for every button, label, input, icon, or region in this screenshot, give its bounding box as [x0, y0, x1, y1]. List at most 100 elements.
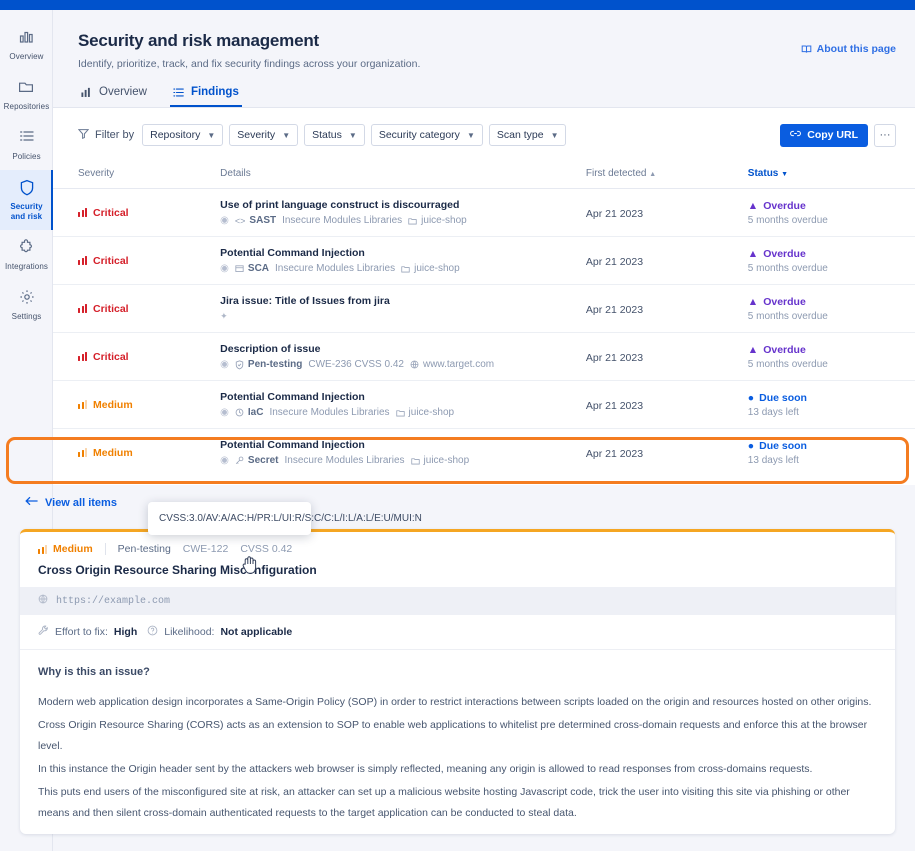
likelihood-label: Likelihood:	[164, 626, 215, 638]
chart-bars-icon	[2, 29, 51, 49]
view-all-items-link[interactable]: View all items	[25, 496, 117, 509]
security-category-label: Insecure Modules Libraries	[284, 455, 405, 467]
table-row-selected[interactable]: Medium Potential Command Injection ◉ Sec…	[53, 429, 915, 477]
severity-badge: Critical	[78, 351, 220, 363]
cvss-label[interactable]: CVSS 0.42	[240, 543, 292, 555]
cell-status: ● Due soon 13 days left	[748, 429, 915, 477]
finding-detail-header: Medium Pen-testing CWE-122 CVSS 0.42 Cro…	[20, 532, 895, 577]
table-row[interactable]: Critical Use of print language construct…	[53, 188, 915, 237]
filter-label: Severity	[237, 129, 276, 141]
tab-findings[interactable]: Findings	[169, 79, 242, 107]
source-icon: ◉	[220, 359, 229, 370]
table-row[interactable]: Medium Potential Command Injection ◉ IaC	[53, 380, 915, 429]
copy-url-button[interactable]: Copy URL	[780, 123, 868, 147]
severity-badge: Medium	[78, 447, 220, 459]
column-header-severity[interactable]: Severity	[53, 162, 221, 189]
cell-details: Potential Command Injection ◉ SCA Insecu…	[220, 236, 586, 285]
scan-type-group: IaC	[235, 407, 263, 418]
security-category-label: Insecure Modules Libraries	[275, 263, 396, 274]
status-badge: ▲ Overdue 5 months overdue	[748, 248, 915, 274]
findings-table: Severity Details First detected ▲ Status…	[53, 162, 915, 477]
sidebar-item-overview[interactable]: Overview	[0, 20, 53, 70]
status-primary: ▲ Overdue	[747, 343, 806, 356]
column-header-details[interactable]: Details	[220, 162, 586, 189]
folder-icon	[408, 217, 417, 225]
cell-severity: Medium	[53, 380, 221, 429]
cell-details: Jira issue: Title of Issues from jira ✦	[220, 284, 586, 333]
severity-label: Medium	[93, 398, 133, 411]
gear-icon	[2, 289, 51, 309]
status-secondary: 5 months overdue	[747, 310, 828, 322]
status-secondary: 5 months overdue	[747, 262, 828, 274]
filter-scan-type[interactable]: Scan type ▼	[488, 124, 567, 146]
sidebar-item-settings[interactable]: Settings	[0, 280, 53, 330]
findings-table-body: Critical Use of print language construct…	[53, 188, 915, 477]
scan-type-label: Pen-testing	[247, 359, 303, 370]
column-header-status[interactable]: Status ▼	[747, 162, 915, 189]
cell-status: ▲ Overdue 5 months overdue	[747, 188, 915, 237]
repository-label: juice-shop	[421, 215, 467, 226]
repository-group: juice-shop	[410, 455, 469, 466]
list-icon	[2, 129, 51, 149]
shield-check-icon	[235, 359, 244, 370]
tab-overview[interactable]: Overview	[78, 79, 150, 107]
top-brand-bar	[0, 0, 915, 10]
finding-meta: ◉ IaC Insecure Modules Libraries juice-s…	[220, 407, 586, 418]
cwe-label[interactable]: CWE-122	[183, 543, 229, 555]
effort-to-fix: Effort to fix: High	[38, 625, 137, 639]
table-header-row: Severity Details First detected ▲ Status…	[53, 162, 915, 189]
arrow-left-icon	[25, 496, 38, 509]
sidebar-item-policies[interactable]: Policies	[0, 120, 53, 170]
link-icon	[790, 129, 802, 141]
filter-status[interactable]: Status ▼	[304, 124, 365, 146]
cell-details: Use of print language construct is disco…	[220, 188, 586, 237]
warning-icon: ▲	[747, 295, 759, 308]
cell-status: ● Due soon 13 days left	[747, 380, 915, 429]
cell-status: ▲ Overdue 5 months overdue	[747, 284, 915, 333]
filter-by-label: Filter by	[77, 128, 134, 142]
filter-repository[interactable]: Repository ▼	[142, 124, 224, 146]
table-row[interactable]: Critical Description of issue ◉ Pen-test…	[53, 332, 915, 381]
finding-title: Potential Command Injection	[220, 439, 365, 452]
finding-url-row[interactable]: https://example.com	[20, 587, 895, 615]
status-primary: ● Due soon	[747, 439, 807, 452]
effort-label: Effort to fix:	[55, 626, 108, 638]
table-row[interactable]: Critical Potential Command Injection ◉ S…	[53, 236, 915, 285]
shield-icon	[2, 179, 51, 199]
status-primary: ▲ Overdue	[747, 295, 806, 308]
repository-label: juice-shop	[408, 407, 455, 418]
filter-severity[interactable]: Severity ▼	[229, 124, 299, 146]
first-detected-value: Apr 21 2023	[585, 303, 644, 316]
severity-label: Medium	[53, 543, 93, 555]
cell-details: Potential Command Injection ◉ IaC Insecu…	[220, 380, 586, 429]
status-secondary: 5 months overdue	[747, 358, 828, 370]
cvss-vector-tooltip: CVSS:3.0/AV:A/AC:H/PR:L/UI:R/S:C/C:L/I:L…	[148, 502, 422, 535]
column-header-first-detected[interactable]: First detected ▲	[585, 162, 748, 189]
table-row[interactable]: Critical Jira issue: Title of Issues fro…	[53, 284, 915, 333]
filter-bar: Filter by Repository ▼ Severity ▼ Status…	[53, 108, 915, 162]
chart-bars-icon	[81, 87, 93, 98]
effort-value: High	[113, 626, 138, 638]
page-tabs: Overview Findings	[78, 79, 242, 107]
source-icon: ◉	[220, 215, 229, 226]
status-primary: ▲ Overdue	[747, 247, 806, 260]
status-badge: ● Due soon 13 days left	[748, 392, 915, 418]
chevron-down-icon: ▼	[207, 130, 216, 140]
security-category-label: Insecure Modules Libraries	[282, 215, 403, 226]
about-this-page-link[interactable]: About this page	[801, 43, 896, 55]
sidebar-item-repositories[interactable]: Repositories	[0, 70, 53, 120]
sidebar-item-security-and-risk[interactable]: Security and risk	[0, 170, 53, 230]
filter-security-category[interactable]: Security category ▼	[370, 124, 483, 146]
divider	[104, 543, 106, 555]
list-icon	[173, 87, 185, 98]
more-actions-button[interactable]: ···	[874, 123, 896, 147]
status-badge: ▲ Overdue 5 months overdue	[748, 200, 915, 226]
folder-icon	[410, 457, 420, 465]
repository-group: juice-shop	[395, 407, 455, 418]
repository-group: juice-shop	[401, 263, 460, 274]
chevron-down-icon: ▼	[282, 130, 291, 140]
finding-detail-card: Medium Pen-testing CWE-122 CVSS 0.42 Cro…	[20, 529, 895, 834]
scan-type-label: Pen-testing	[117, 543, 171, 555]
repository-group: juice-shop	[408, 215, 467, 226]
sidebar-item-integrations[interactable]: Integrations	[0, 230, 53, 280]
